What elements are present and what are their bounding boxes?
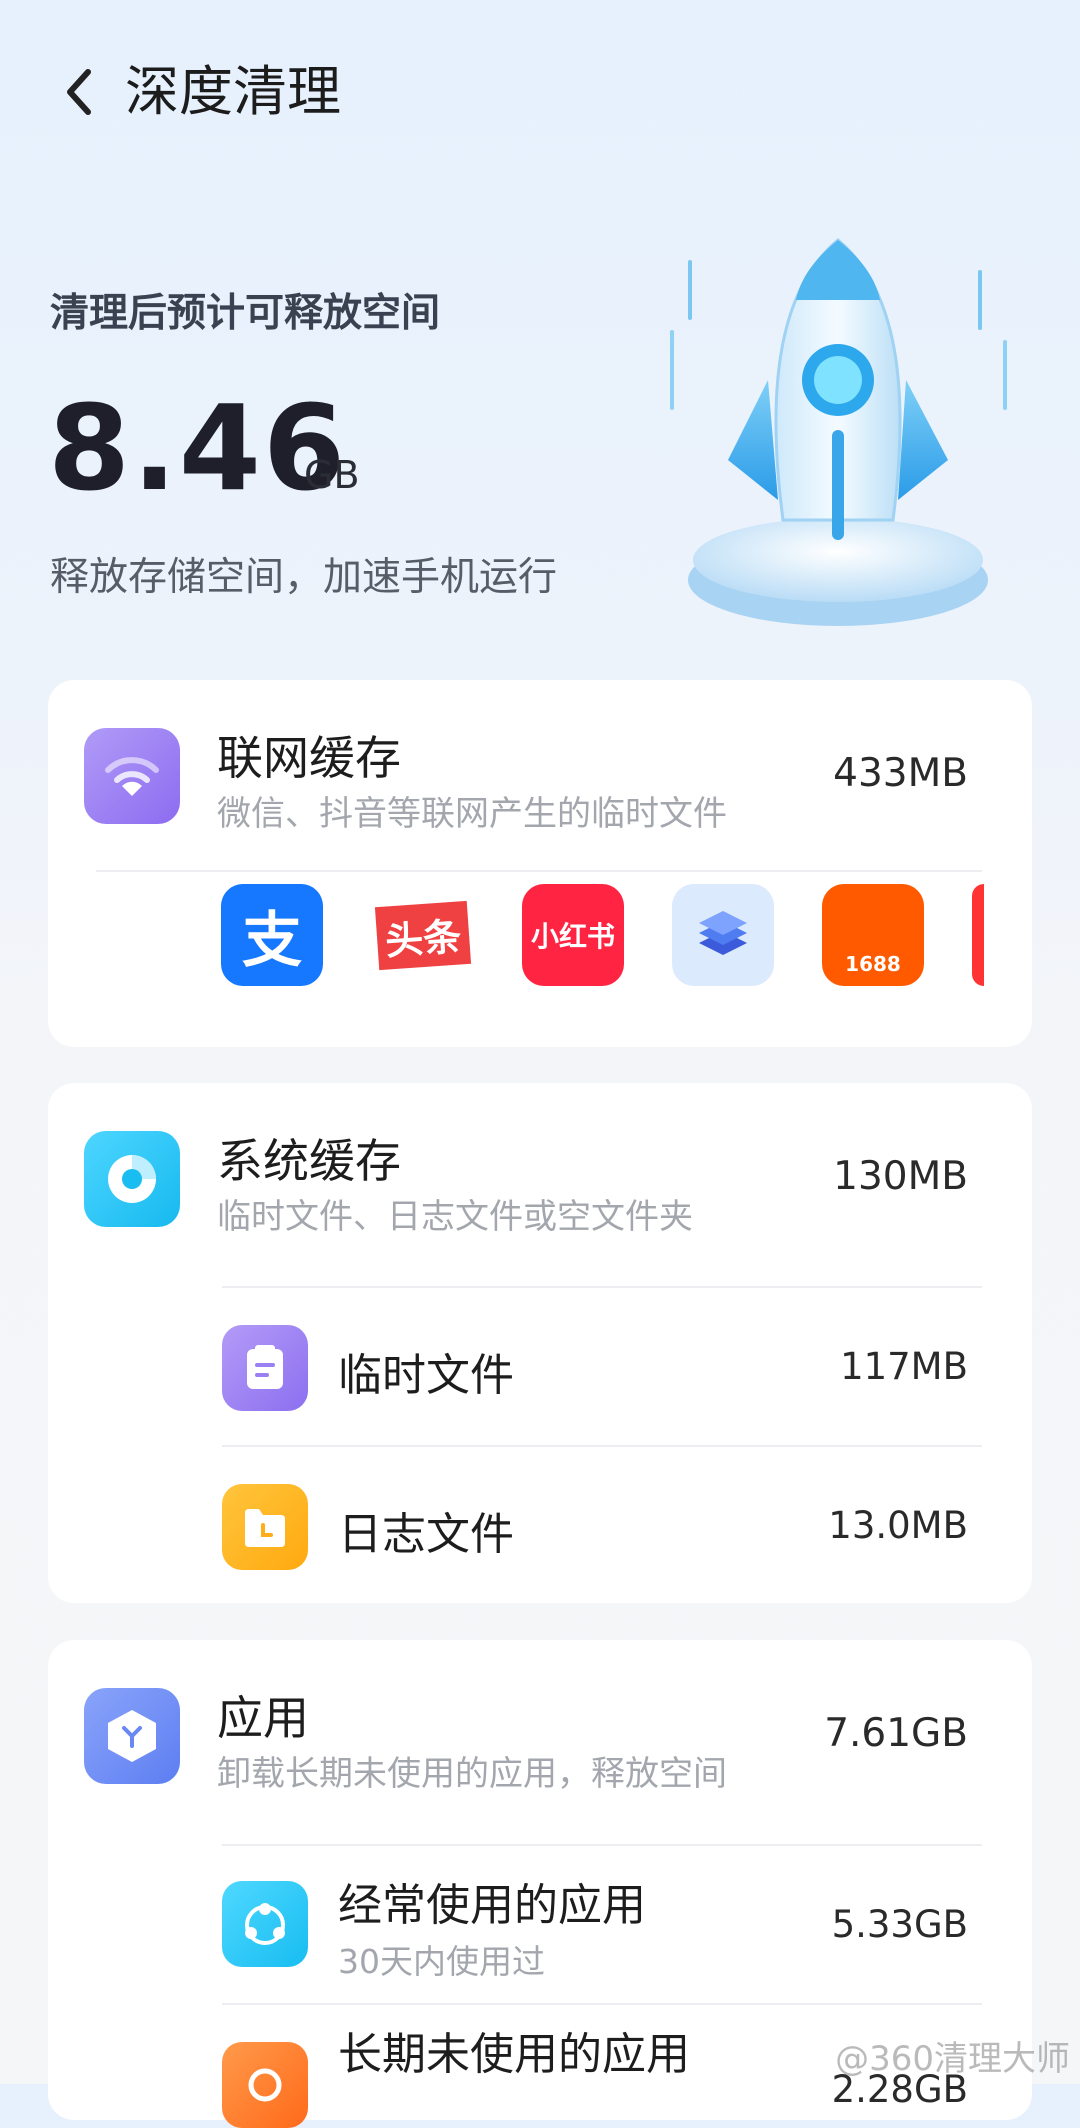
network-cache-card[interactable]: 联网缓存 微信、抖音等联网产生的临时文件 433MB [48, 680, 1032, 1047]
app-1688-icon[interactable]: 1688 [822, 884, 924, 986]
divider [96, 870, 982, 872]
disk-chart-icon [84, 1131, 180, 1227]
list-item-size: 117MB [840, 1345, 968, 1388]
list-item-size: 13.0MB [828, 1504, 968, 1547]
card-description: 临时文件、日志文件或空文件夹 [217, 1197, 693, 1237]
hero-subtitle: 释放存储空间，加速手机运行 [50, 555, 558, 600]
chevron-left-icon [67, 69, 91, 115]
layers-app-icon[interactable] [672, 884, 774, 986]
folder-clock-icon [222, 1484, 308, 1570]
card-title: 系统缓存 [217, 1134, 401, 1188]
app-icon-partial [972, 884, 984, 986]
freeable-space-value: 8.46 [48, 379, 348, 517]
list-item[interactable]: 经常使用的应用 30天内使用过 5.33GB [48, 1845, 1032, 2003]
rocket-illustration [670, 238, 1007, 626]
card-description: 微信、抖音等联网产生的临时文件 [217, 794, 727, 834]
alipay-app-icon[interactable]: 支 [221, 884, 323, 986]
toutiao-app-icon[interactable]: 头条 [372, 884, 474, 986]
list-item-size: 5.33GB [831, 1903, 968, 1946]
xiaohongshu-app-icon[interactable]: 小红书 [522, 884, 624, 986]
document-icon [222, 1325, 308, 1411]
list-item[interactable]: 日志文件 13.0MB [48, 1446, 1032, 1603]
card-size: 130MB [833, 1154, 968, 1199]
cube-icon [84, 1688, 180, 1784]
freeable-space-unit: GB [304, 453, 360, 497]
card-title: 联网缓存 [217, 731, 401, 785]
share-network-icon [222, 1881, 308, 1967]
card-size: 433MB [833, 751, 968, 796]
hero-label: 清理后预计可释放空间 [50, 291, 441, 336]
card-title: 应用 [217, 1691, 309, 1745]
list-item-title: 长期未使用的应用 [338, 2029, 690, 2080]
unused-app-icon [222, 2042, 308, 2128]
list-item-title: 临时文件 [338, 1350, 514, 1401]
card-size: 7.61GB [824, 1711, 968, 1756]
wifi-icon [84, 728, 180, 824]
card-description: 卸载长期未使用的应用，释放空间 [217, 1754, 727, 1794]
watermark: @360清理大师 [835, 2039, 1070, 2079]
back-button[interactable] [60, 62, 100, 122]
system-cache-card[interactable]: 系统缓存 临时文件、日志文件或空文件夹 130MB 临时文件 117MB 日志文… [48, 1083, 1032, 1603]
list-item[interactable]: 临时文件 117MB [48, 1287, 1032, 1445]
list-item-title: 经常使用的应用 [338, 1880, 646, 1931]
list-item-title: 日志文件 [338, 1509, 514, 1560]
list-item-description: 30天内使用过 [338, 1942, 545, 1981]
page-title: 深度清理 [125, 60, 341, 123]
